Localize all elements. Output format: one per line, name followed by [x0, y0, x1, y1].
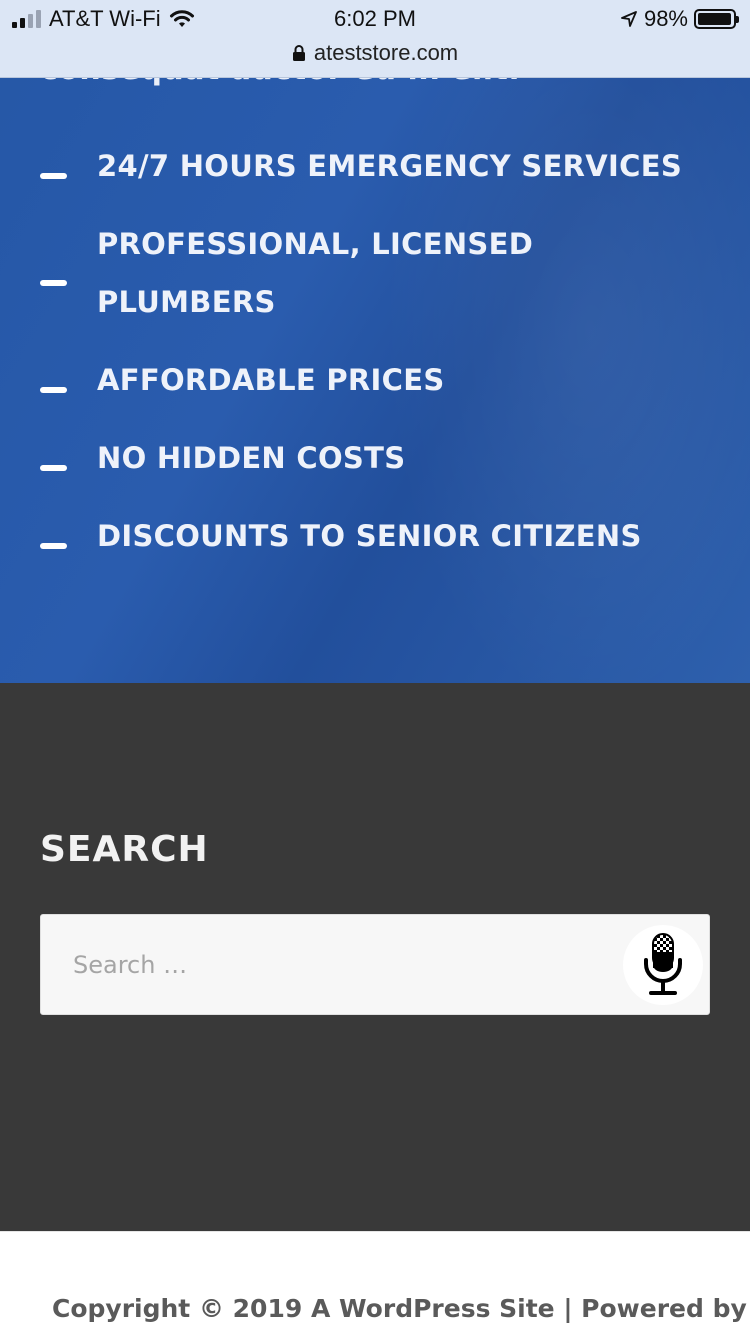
dash-icon	[40, 387, 67, 393]
feature-item: AFFORDABLE PRICES	[0, 342, 750, 420]
url-text[interactable]: ateststore.com	[314, 40, 458, 66]
dash-icon	[40, 543, 67, 549]
feature-label: PROFESSIONAL, LICENSED PLUMBERS	[97, 227, 534, 319]
status-right: 98%	[620, 6, 739, 32]
address-bar[interactable]: ateststore.com	[0, 40, 750, 66]
status-bar: AT&T Wi-Fi 6:02 PM 98% ateststore.com	[0, 0, 750, 78]
microphone-icon	[644, 933, 682, 995]
dash-icon	[40, 465, 67, 471]
dash-icon	[40, 173, 67, 179]
feature-label: AFFORDABLE PRICES	[97, 363, 445, 397]
site-footer: Copyright © 2019 A WordPress Site | Powe…	[0, 1231, 750, 1334]
search-input[interactable]	[41, 915, 621, 1014]
feature-label: NO HIDDEN COSTS	[97, 441, 406, 475]
location-arrow-icon	[621, 11, 637, 27]
feature-item: NO HIDDEN COSTS	[0, 420, 750, 498]
dash-icon	[40, 280, 67, 286]
feature-label: DISCOUNTS TO SENIOR CITIZENS	[97, 519, 642, 553]
battery-icon	[694, 9, 739, 29]
search-heading: SEARCH	[40, 829, 209, 870]
search-form	[40, 914, 710, 1015]
voice-search-button[interactable]	[623, 925, 703, 1005]
features-list: 24/7 HOURS EMERGENCY SERVICES PROFESSION…	[0, 128, 750, 576]
lock-icon	[292, 45, 305, 61]
feature-item: 24/7 HOURS EMERGENCY SERVICES	[0, 128, 750, 206]
battery-percent: 98%	[643, 6, 688, 31]
features-section: consequat auctor eu in elit. 24/7 HOURS …	[0, 0, 750, 683]
feature-item: DISCOUNTS TO SENIOR CITIZENS	[0, 498, 750, 576]
feature-item: PROFESSIONAL, LICENSED PLUMBERS	[0, 206, 750, 342]
search-widget: SEARCH	[0, 683, 750, 1231]
feature-label: 24/7 HOURS EMERGENCY SERVICES	[97, 149, 683, 183]
battery-fill	[698, 13, 732, 25]
copyright-text: Copyright © 2019 A WordPress Site | Powe…	[52, 1294, 747, 1323]
